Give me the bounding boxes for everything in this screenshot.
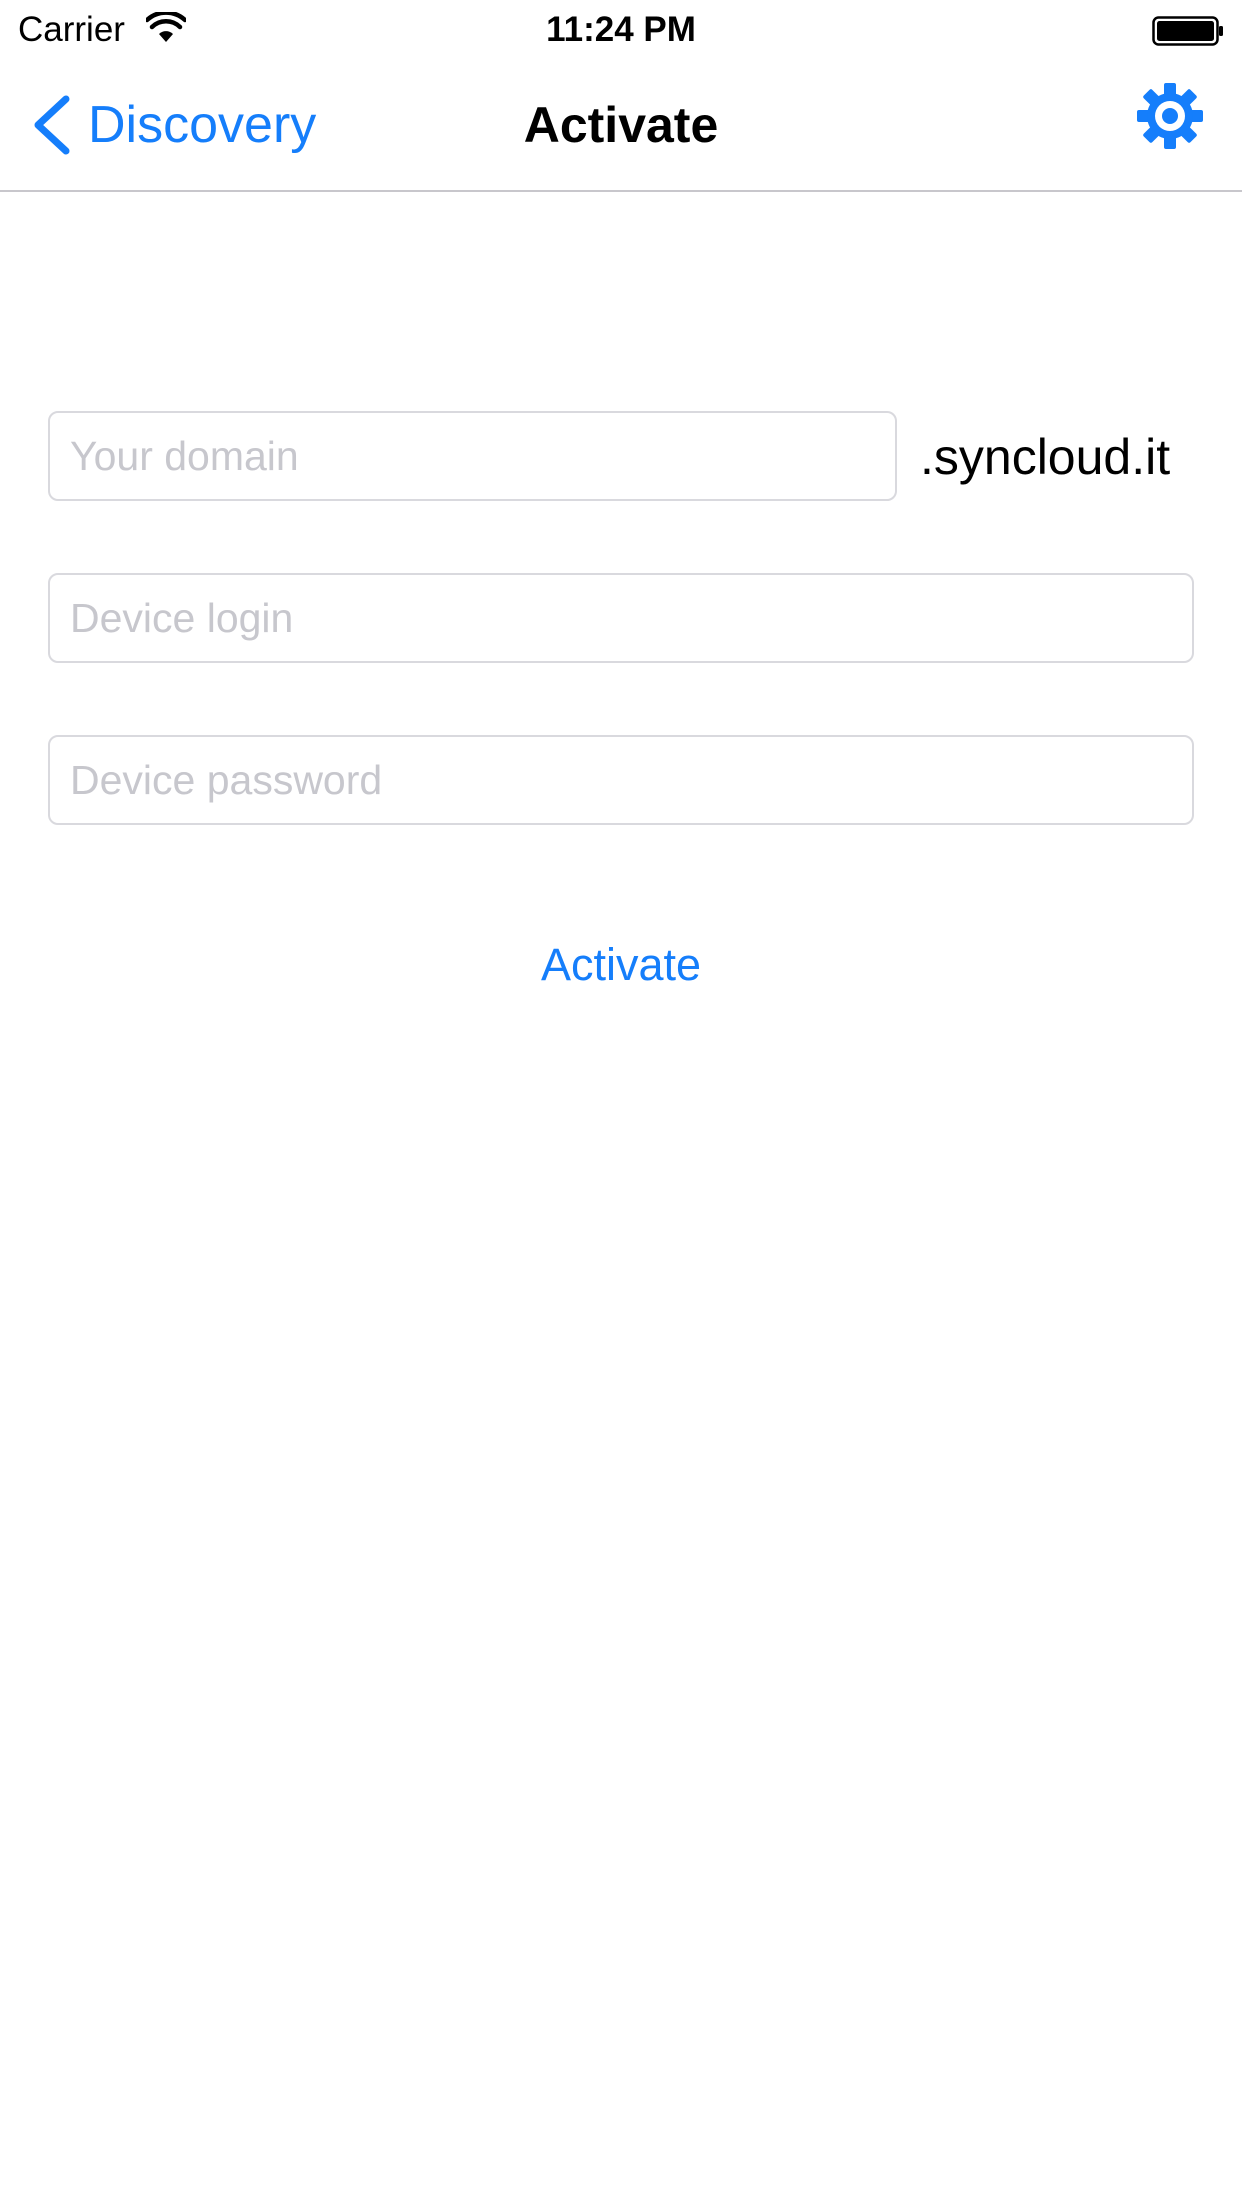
- device-login-field[interactable]: [48, 573, 1194, 663]
- activate-button[interactable]: Activate: [501, 933, 741, 997]
- page-title: Activate: [523, 97, 719, 153]
- device-password-input[interactable]: [50, 737, 1192, 823]
- device-login-input[interactable]: [50, 575, 1192, 661]
- gear-icon[interactable]: [1136, 82, 1204, 150]
- battery-icon: [1152, 16, 1223, 46]
- status-time: 11:24 PM: [546, 10, 696, 49]
- navigation-bar: Discovery Activate: [0, 60, 1242, 192]
- device-password-field[interactable]: [48, 735, 1194, 825]
- domain-input[interactable]: [50, 413, 895, 499]
- status-bar: Carrier 11:24 PM: [0, 0, 1242, 60]
- domain-suffix-label: .syncloud.it: [920, 429, 1171, 485]
- activate-screen: Carrier 11:24 PM Discovery Activate Your…: [0, 0, 1242, 2208]
- domain-field[interactable]: [48, 411, 897, 501]
